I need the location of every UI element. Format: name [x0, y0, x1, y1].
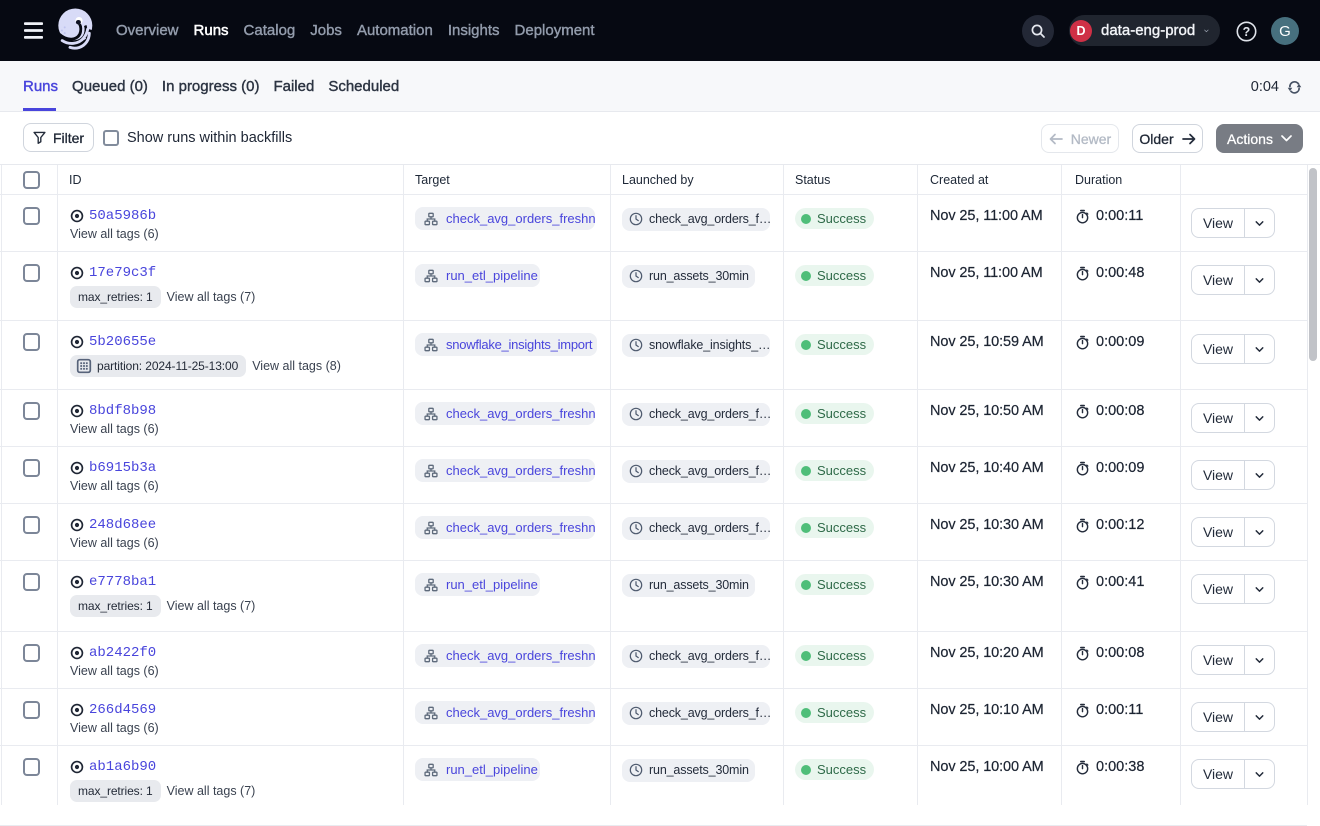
svg-text:?: ?: [1243, 25, 1251, 39]
